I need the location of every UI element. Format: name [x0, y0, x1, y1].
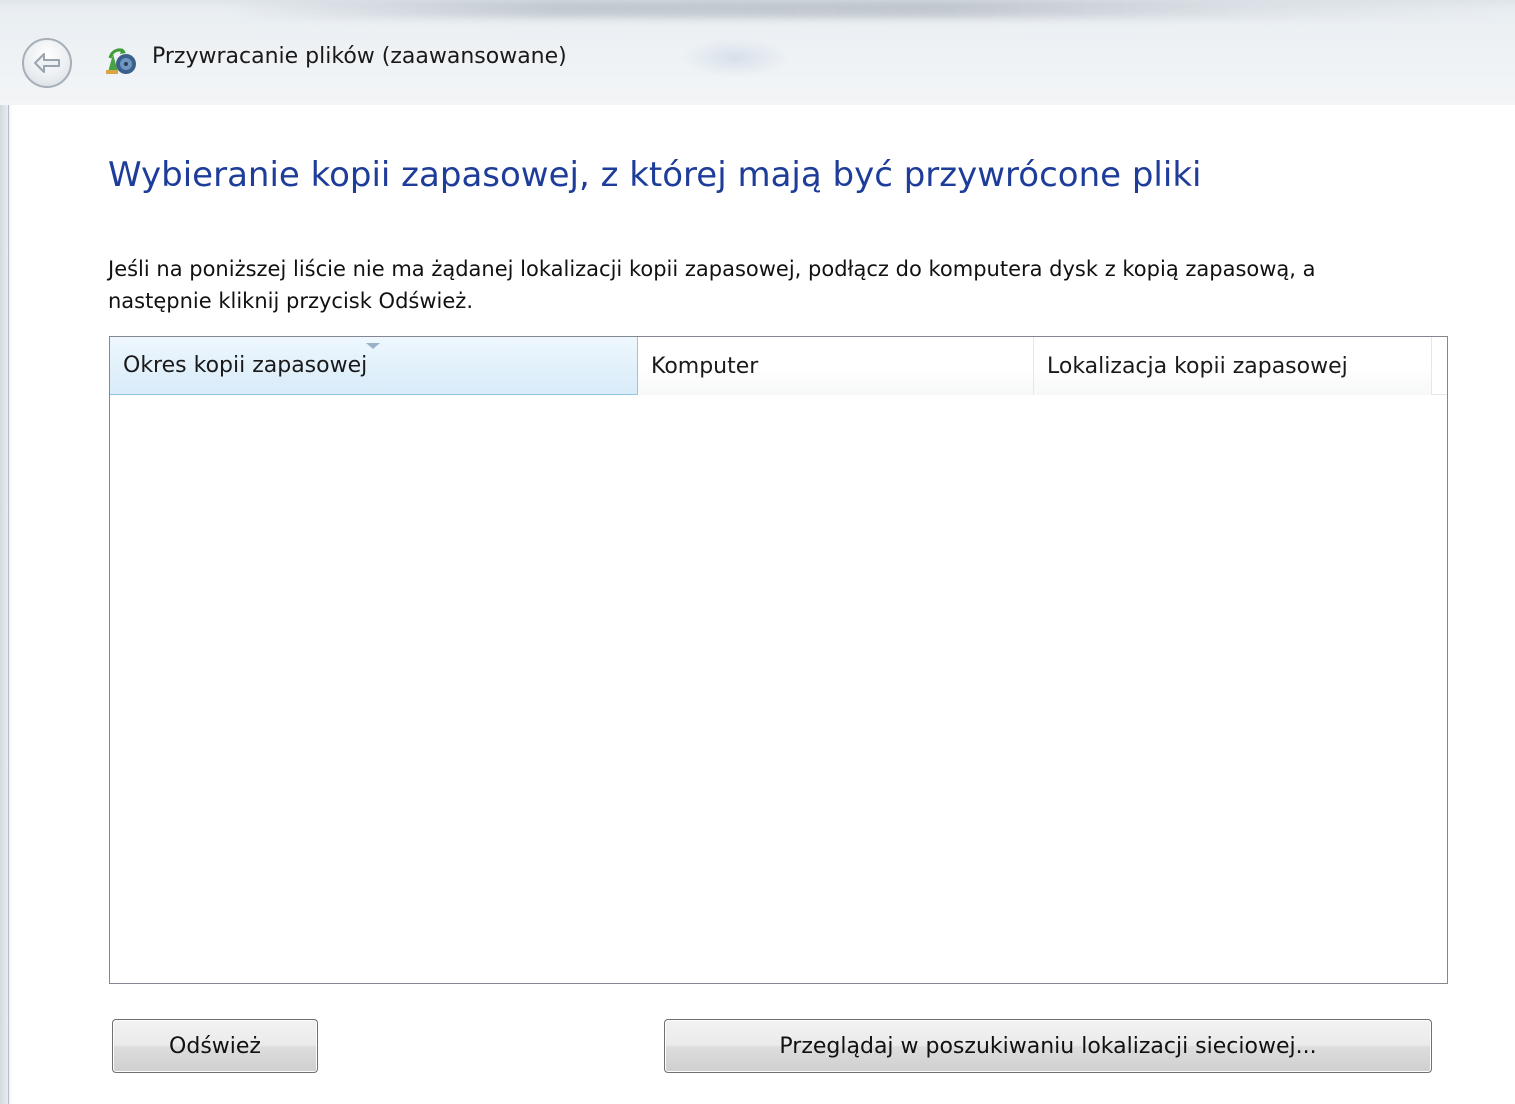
frame-line — [8, 105, 9, 1104]
column-label: Okres kopii zapasowej — [123, 353, 368, 378]
list-header: Okres kopii zapasowej Komputer Lokalizac… — [110, 337, 1447, 395]
backup-restore-icon — [106, 48, 136, 74]
title-bar-glow — [680, 38, 790, 78]
title-bar-glass-streak — [230, 0, 1515, 18]
browse-network-location-button[interactable]: Przeglądaj w poszukiwaniu lokalizacji si… — [664, 1019, 1432, 1073]
column-header-backup-location[interactable]: Lokalizacja kopii zapasowej — [1034, 337, 1432, 395]
back-arrow-icon — [34, 53, 60, 73]
column-header-backup-period[interactable]: Okres kopii zapasowej — [110, 337, 638, 395]
instruction-text: Jeśli na poniższej liście nie ma żądanej… — [108, 257, 1316, 313]
page-heading: Wybieranie kopii zapasowej, z której maj… — [108, 155, 1202, 195]
column-label: Komputer — [651, 353, 759, 379]
refresh-button[interactable]: Odśwież — [112, 1019, 318, 1073]
column-label: Lokalizacja kopii zapasowej — [1047, 353, 1348, 379]
dialog-content: Wybieranie kopii zapasowej, z której maj… — [12, 105, 1515, 1104]
sort-arrow-icon — [366, 343, 380, 349]
column-header-computer[interactable]: Komputer — [638, 337, 1034, 395]
window-left-frame — [0, 105, 12, 1104]
window-title-bar: Przywracanie plików (zaawansowane) — [0, 0, 1515, 105]
list-body-empty[interactable] — [110, 395, 1447, 983]
back-button[interactable] — [22, 38, 72, 88]
window-title: Przywracanie plików (zaawansowane) — [152, 44, 567, 69]
backup-list[interactable]: Okres kopii zapasowej Komputer Lokalizac… — [109, 336, 1448, 984]
